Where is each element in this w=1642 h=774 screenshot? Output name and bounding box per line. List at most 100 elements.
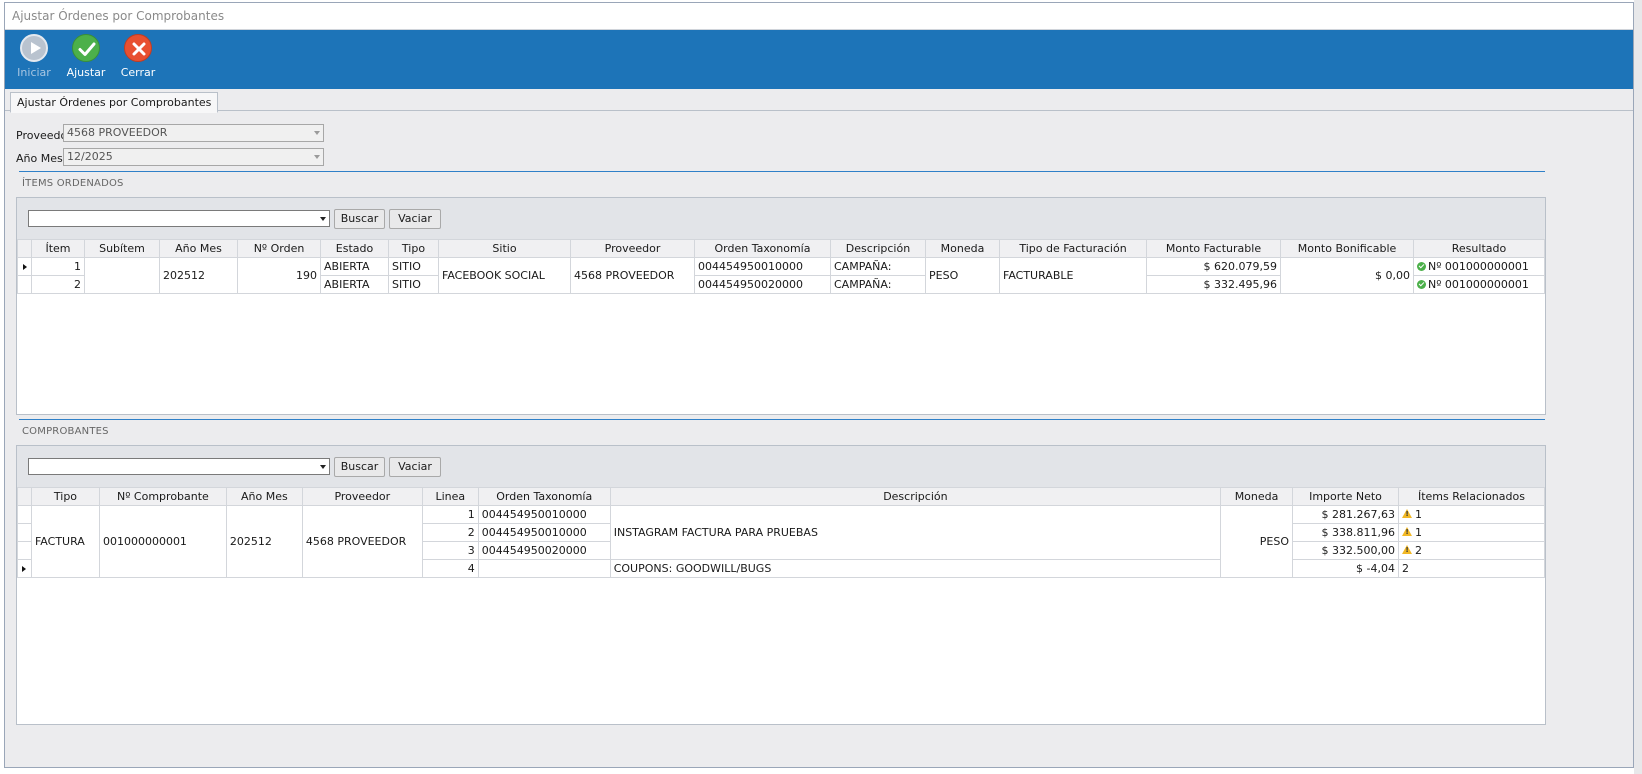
col-monto-facturable[interactable]: Monto Facturable (1146, 239, 1281, 258)
cell-descripcion: CAMPAÑA: (830, 275, 926, 294)
items-relacionados-text: 2 (1414, 544, 1422, 557)
col-orden-taxonomia[interactable]: Orden Taxonomía (477, 487, 611, 506)
anio-mes-label: Año Mes (16, 152, 63, 165)
row-indicator[interactable] (17, 559, 32, 578)
col-anio-mes[interactable]: Año Mes (225, 487, 303, 506)
items-panel: Buscar Vaciar Ítem Subítem Año Mes Nº Or… (16, 197, 1546, 415)
cell-tipo-facturacion: FACTURABLE (999, 257, 1147, 294)
cell-descripcion: COUPONS: GOODWILL/BUGS (609, 559, 1222, 578)
cerrar-button[interactable]: Cerrar (113, 34, 163, 86)
col-descripcion[interactable]: Descripción (830, 239, 926, 258)
col-orden-taxonomia[interactable]: Orden Taxonomía (694, 239, 831, 258)
chevron-down-icon (314, 131, 320, 135)
comprobantes-buscar-button[interactable]: Buscar (334, 457, 385, 477)
row-indicator[interactable] (17, 541, 32, 560)
cell-importe-neto: $ 281.267,63 (1292, 505, 1399, 524)
ajustar-button[interactable]: Ajustar (61, 34, 111, 86)
row-indicator-header (17, 239, 32, 258)
col-linea[interactable]: Linea (421, 487, 479, 506)
cell-orden-taxonomia (477, 559, 611, 578)
col-nro-comprobante[interactable]: Nº Comprobante (98, 487, 227, 506)
col-item[interactable]: Ítem (31, 239, 85, 258)
comprobantes-table: Tipo Nº Comprobante Año Mes Proveedor Li… (17, 487, 1546, 578)
row-indicator[interactable] (17, 275, 32, 294)
cell-proveedor: 4568 PROVEEDOR (570, 257, 695, 294)
chevron-down-icon (320, 465, 326, 469)
ok-check-icon (1417, 280, 1426, 289)
col-nro-orden[interactable]: Nº Orden (237, 239, 321, 258)
col-tipo[interactable]: Tipo (30, 487, 100, 506)
cell-orden-taxonomia: 004454950010000 (477, 523, 611, 542)
cell-estado: ABIERTA (320, 257, 389, 276)
anio-mes-combo[interactable]: 12/2025 (63, 148, 324, 166)
comprobantes-section-title: COMPROBANTES (22, 426, 109, 437)
col-moneda[interactable]: Moneda (925, 239, 1000, 258)
table-row[interactable]: 1 202512 190 ABIERTA SITIO FACEBOOK SOCI… (17, 257, 1545, 294)
col-sitio[interactable]: Sitio (438, 239, 571, 258)
cell-orden-taxonomia: 004454950010000 (477, 505, 611, 524)
cell-linea: 1 (421, 505, 479, 524)
chevron-down-icon (320, 217, 326, 221)
col-resultado[interactable]: Resultado (1413, 239, 1545, 258)
col-anio-mes[interactable]: Año Mes (159, 239, 238, 258)
close-icon (124, 34, 152, 62)
cell-monto-facturable: $ 332.495,96 (1146, 275, 1281, 294)
cell-item: 2 (31, 275, 85, 294)
cell-sitio: FACEBOOK SOCIAL (438, 257, 571, 294)
col-tipo-facturacion[interactable]: Tipo de Facturación (999, 239, 1147, 258)
col-estado[interactable]: Estado (320, 239, 389, 258)
col-items-relacionados[interactable]: Ítems Relacionados (1397, 487, 1546, 506)
cell-items-relacionados: 1 (1397, 523, 1546, 542)
col-descripcion[interactable]: Descripción (609, 487, 1222, 506)
cell-anio-mes: 202512 (159, 257, 238, 294)
cell-nro-comprobante: 001000000001 (98, 505, 227, 578)
comprobantes-section-divider (19, 419, 1545, 420)
toolbar-ribbon: Iniciar Ajustar Cerrar (5, 30, 1633, 89)
col-proveedor[interactable]: Proveedor (301, 487, 423, 506)
col-moneda[interactable]: Moneda (1220, 487, 1294, 506)
col-importe-neto[interactable]: Importe Neto (1292, 487, 1399, 506)
check-icon (72, 34, 100, 62)
cell-item: 1 (31, 257, 85, 276)
comprobantes-search-input[interactable] (28, 458, 330, 475)
cell-items-relacionados: 1 (1397, 505, 1546, 524)
tab-strip: Ajustar Órdenes por Comprobantes (5, 89, 1633, 113)
cell-items-relacionados: 2 (1397, 559, 1546, 578)
cell-tipo: SITIO (388, 257, 439, 276)
iniciar-button[interactable]: Iniciar (9, 34, 59, 86)
tab-ajustar-ordenes[interactable]: Ajustar Órdenes por Comprobantes (10, 92, 219, 113)
ajustar-label: Ajustar (66, 66, 106, 79)
items-header-row: Ítem Subítem Año Mes Nº Orden Estado Tip… (17, 239, 1545, 258)
ok-check-icon (1417, 262, 1426, 271)
row-indicator[interactable] (17, 257, 32, 276)
col-proveedor[interactable]: Proveedor (570, 239, 695, 258)
background-window-strip (1634, 0, 1642, 774)
anio-mes-value: 12/2025 (67, 150, 113, 163)
row-indicator[interactable] (17, 505, 32, 524)
items-relacionados-text: 1 (1414, 526, 1422, 539)
proveedor-combo[interactable]: 4568 PROVEEDOR (63, 124, 324, 142)
col-subitem[interactable]: Subítem (84, 239, 160, 258)
proveedor-value: 4568 PROVEEDOR (67, 126, 168, 139)
comprobantes-search-bar: Buscar Vaciar (17, 446, 1545, 488)
items-search-input[interactable] (28, 210, 330, 227)
comprobantes-vaciar-button[interactable]: Vaciar (389, 457, 441, 477)
cell-orden-taxonomia: 004454950020000 (694, 275, 831, 294)
cell-orden-taxonomia: 004454950010000 (694, 257, 831, 276)
cell-importe-neto: $ -4,04 (1292, 559, 1399, 578)
cell-tipo: FACTURA (30, 505, 100, 578)
col-monto-bonificable[interactable]: Monto Bonificable (1280, 239, 1414, 258)
items-buscar-button[interactable]: Buscar (334, 209, 385, 229)
comprobantes-header-row: Tipo Nº Comprobante Año Mes Proveedor Li… (17, 487, 1546, 506)
items-section-title: ÍTEMS ORDENADOS (22, 178, 124, 189)
col-tipo[interactable]: Tipo (388, 239, 439, 258)
title-bar: Ajustar Órdenes por Comprobantes (5, 3, 1633, 30)
row-pointer-icon (22, 566, 27, 572)
iniciar-label: Iniciar (17, 66, 51, 79)
comprobantes-panel: Buscar Vaciar Tipo Nº Comprobante Año Me… (16, 445, 1546, 725)
items-vaciar-button[interactable]: Vaciar (389, 209, 441, 229)
table-row[interactable]: FACTURA 001000000001 202512 4568 PROVEED… (17, 505, 1546, 578)
row-indicator[interactable] (17, 523, 32, 542)
cell-linea: 3 (421, 541, 479, 560)
warning-triangle-icon (1401, 545, 1412, 554)
